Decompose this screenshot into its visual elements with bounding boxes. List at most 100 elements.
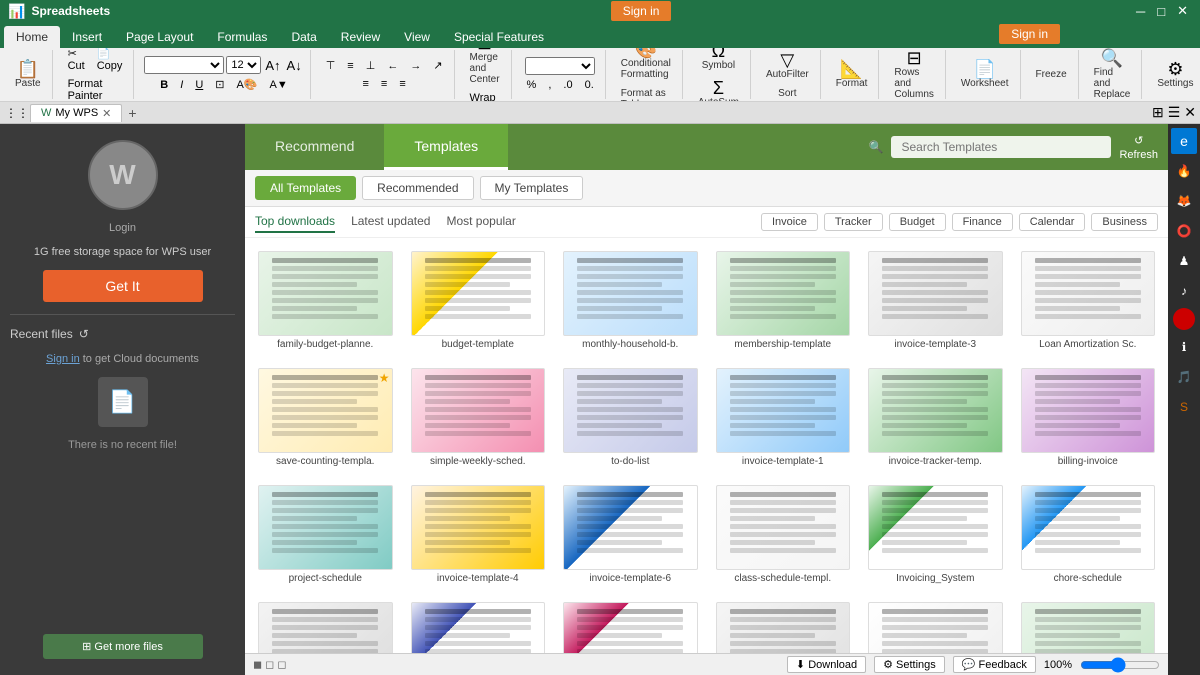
border-button[interactable]: ⊡: [210, 76, 229, 93]
worksheet-button[interactable]: 📄 Worksheet: [956, 57, 1014, 92]
increase-decimal-button[interactable]: .0: [558, 77, 577, 93]
tab-page-layout[interactable]: Page Layout: [114, 26, 205, 48]
underline-button[interactable]: U: [190, 77, 208, 93]
zoom-slider[interactable]: [1080, 658, 1160, 672]
tag-invoice[interactable]: Invoice: [761, 213, 818, 231]
template-item[interactable]: membership-template: [711, 246, 856, 355]
template-item[interactable]: billing-invoice: [1016, 363, 1161, 472]
feedback-button[interactable]: 💬 Feedback: [953, 656, 1036, 673]
tab-special[interactable]: Special Features: [442, 26, 556, 48]
tag-business[interactable]: Business: [1091, 213, 1158, 231]
refresh-recent-button[interactable]: ↺: [79, 327, 89, 341]
align-top-button[interactable]: ⊤: [321, 57, 341, 74]
bold-button[interactable]: B: [155, 77, 173, 93]
cat-all-templates[interactable]: All Templates: [255, 176, 356, 200]
template-item[interactable]: wedding-budget: [558, 597, 703, 653]
template-item[interactable]: Project_Management: [406, 597, 551, 653]
subnav-latest[interactable]: Latest updated: [351, 211, 430, 233]
right-icon-fire[interactable]: 🔥: [1171, 158, 1197, 184]
template-item[interactable]: Loan Amortization Sc.: [1016, 246, 1161, 355]
right-icon-info[interactable]: ℹ: [1171, 334, 1197, 360]
align-bottom-button[interactable]: ⊥: [361, 57, 381, 74]
get-more-files-button[interactable]: ⊞ Get more files: [43, 634, 203, 659]
signin-button[interactable]: Sign in: [611, 1, 672, 21]
right-icon-firefox[interactable]: 🦊: [1171, 188, 1197, 214]
align-left-button[interactable]: ≡: [357, 76, 373, 92]
decrease-decimal-button[interactable]: 0.: [580, 77, 599, 93]
italic-button[interactable]: I: [175, 77, 188, 93]
tab-review[interactable]: Review: [329, 26, 392, 48]
merge-center-button[interactable]: ⊞ Merge and Center: [465, 48, 505, 88]
right-icon-ie[interactable]: e: [1171, 128, 1197, 154]
get-it-button[interactable]: Get It: [43, 270, 203, 302]
right-icon-wps[interactable]: S: [1171, 394, 1197, 420]
add-doc-tab-button[interactable]: +: [122, 105, 142, 121]
tab-home[interactable]: Home: [4, 26, 60, 48]
font-name-select[interactable]: [144, 56, 224, 74]
list-view-button[interactable]: ☰: [1168, 104, 1181, 121]
cat-recommended[interactable]: Recommended: [362, 176, 473, 200]
align-right-button[interactable]: ≡: [394, 76, 410, 92]
tab-templates[interactable]: Templates: [384, 124, 508, 170]
grid-view-button[interactable]: ⊞: [1152, 104, 1164, 121]
freeze-button[interactable]: Freeze: [1031, 66, 1072, 83]
increase-font-button[interactable]: A↑: [263, 58, 282, 73]
tag-tracker[interactable]: Tracker: [824, 213, 883, 231]
download-button[interactable]: ⬇ Download: [787, 656, 866, 673]
template-item[interactable]: class-schedule-templ.: [711, 480, 856, 589]
tag-finance[interactable]: Finance: [952, 213, 1013, 231]
doc-tab-my-wps[interactable]: W My WPS ✕: [30, 104, 122, 122]
tab-insert[interactable]: Insert: [60, 26, 114, 48]
align-middle-button[interactable]: ≡: [342, 58, 358, 74]
align-center-button[interactable]: ≡: [376, 76, 392, 92]
grid-menu-button[interactable]: ⋮⋮: [4, 104, 30, 122]
template-item[interactable]: [711, 597, 856, 653]
right-icon-circle[interactable]: [1173, 308, 1195, 330]
comma-button[interactable]: ,: [543, 77, 556, 93]
template-item[interactable]: budget-template: [406, 246, 551, 355]
rows-cols-button[interactable]: ⊟ Rows and Columns: [889, 48, 938, 102]
restore-button[interactable]: □: [1153, 4, 1169, 19]
fill-color-button[interactable]: A🎨: [231, 76, 262, 93]
signin-ribbon-button[interactable]: Sign in: [999, 24, 1060, 44]
template-item[interactable]: [1016, 597, 1161, 653]
indent-right-button[interactable]: →: [405, 58, 426, 74]
sign-in-link[interactable]: Sign in: [46, 353, 80, 365]
template-item[interactable]: Invoicing_System: [863, 480, 1008, 589]
search-input[interactable]: [891, 136, 1111, 158]
template-item[interactable]: ★save-counting-templa.: [253, 363, 398, 472]
template-item[interactable]: invoice-template-4: [406, 480, 551, 589]
template-item[interactable]: chore-schedule: [1016, 480, 1161, 589]
font-color-button[interactable]: A▼: [265, 77, 293, 93]
template-item[interactable]: simple-weekly-sched.: [406, 363, 551, 472]
doc-tab-close-button[interactable]: ✕: [102, 107, 111, 120]
orientation-button[interactable]: ↗: [428, 57, 447, 74]
template-item[interactable]: family-budget-planne.: [253, 246, 398, 355]
template-item[interactable]: [863, 597, 1008, 653]
find-replace-button[interactable]: 🔍 Find and Replace: [1089, 48, 1136, 102]
template-item[interactable]: monthly-household-b.: [558, 246, 703, 355]
autosum-button[interactable]: Σ AutoSum: [693, 76, 744, 103]
tab-recommend[interactable]: Recommend: [245, 124, 384, 170]
format-button[interactable]: 📐 Format: [831, 57, 873, 92]
tab-formulas[interactable]: Formulas: [205, 26, 279, 48]
subnav-popular[interactable]: Most popular: [446, 211, 515, 233]
template-item[interactable]: employee-schedule: [253, 597, 398, 653]
indent-left-button[interactable]: ←: [382, 58, 403, 74]
close-button[interactable]: ✕: [1173, 3, 1192, 19]
right-icon-audio[interactable]: 🎵: [1171, 364, 1197, 390]
number-format-select[interactable]: [525, 57, 595, 75]
tag-budget[interactable]: Budget: [889, 213, 946, 231]
template-item[interactable]: project-schedule: [253, 480, 398, 589]
symbol-button[interactable]: Ω Symbol: [697, 48, 740, 74]
template-item[interactable]: invoice-template-3: [863, 246, 1008, 355]
percent-button[interactable]: %: [522, 77, 542, 93]
tab-data[interactable]: Data: [279, 26, 328, 48]
close-doc-button[interactable]: ✕: [1184, 104, 1196, 121]
format-table-button[interactable]: Format as Table: [616, 85, 676, 103]
tag-calendar[interactable]: Calendar: [1019, 213, 1086, 231]
paste-button[interactable]: 📋 Paste: [10, 57, 46, 92]
copy-button[interactable]: 📄 Copy: [92, 48, 128, 74]
minimize-button[interactable]: ─: [1132, 4, 1149, 19]
settings-button[interactable]: ⚙ Settings: [1152, 57, 1198, 92]
